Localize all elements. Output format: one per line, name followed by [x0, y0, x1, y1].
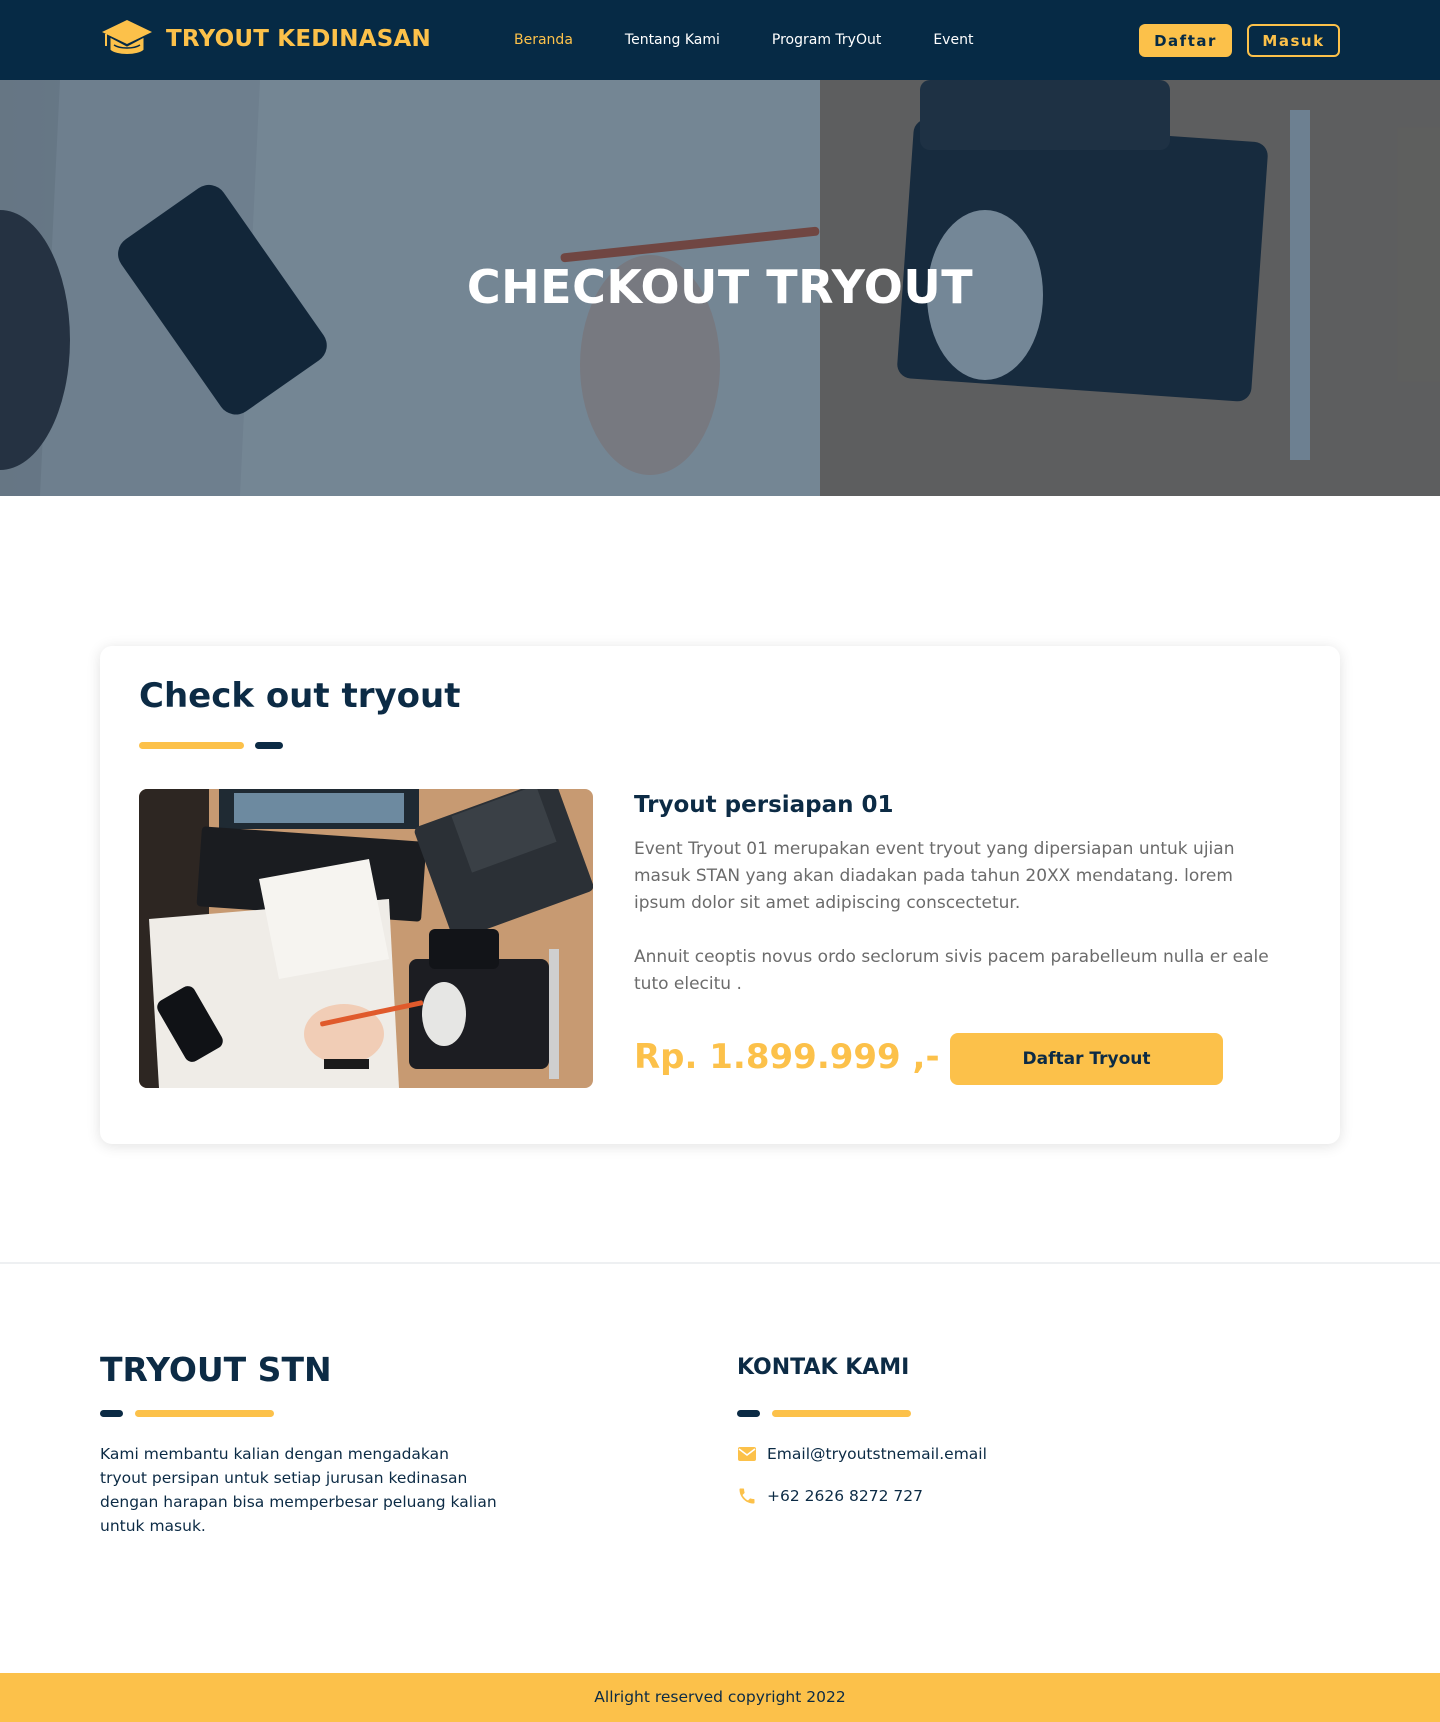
brand-name: TRYOUT KEDINASAN — [166, 26, 431, 52]
contact-email[interactable]: Email@tryoutstnemail.email — [737, 1444, 987, 1464]
title-accent-yellow — [139, 742, 244, 749]
product-description: Event Tryout 01 merupakan event tryout y… — [634, 836, 1274, 1025]
mail-icon — [737, 1444, 757, 1464]
nav-link-tentang-kami[interactable]: Tentang Kami — [625, 32, 720, 48]
nav-link-beranda[interactable]: Beranda — [514, 32, 573, 48]
title-accent-navy — [255, 742, 283, 749]
copyright-bar: Allright reserved copyright 2022 — [0, 1673, 1440, 1722]
navbar: TRYOUT KEDINASAN Beranda Tentang Kami Pr… — [0, 0, 1440, 80]
hero-title: CHECKOUT TRYOUT — [466, 260, 974, 314]
footer-title: TRYOUT STN — [100, 1350, 332, 1389]
footer-accent-navy — [100, 1410, 123, 1417]
daftar-tryout-button[interactable]: Daftar Tryout — [950, 1033, 1223, 1085]
nav-links: Beranda Tentang Kami Program TryOut Even… — [514, 32, 1025, 48]
footer-description: Kami membantu kalian dengan mengadakan t… — [100, 1445, 497, 1535]
product-description-paragraph: Annuit ceoptis novus ordo seclorum sivis… — [634, 947, 1269, 994]
product-name: Tryout persiapan 01 — [634, 792, 894, 818]
card-title: Check out tryout — [139, 676, 461, 716]
masuk-button[interactable]: Masuk — [1247, 24, 1340, 57]
nav-link-event[interactable]: Event — [933, 32, 973, 48]
brand-logo[interactable]: TRYOUT KEDINASAN — [100, 18, 431, 60]
contact-email-text: Email@tryoutstnemail.email — [767, 1445, 987, 1463]
graduation-cap-icon — [102, 20, 152, 55]
hero-banner: CHECKOUT TRYOUT — [0, 80, 1440, 496]
product-image — [139, 789, 593, 1088]
contact-phone-text: +62 2626 8272 727 — [767, 1487, 923, 1505]
checkout-card: Check out tryout Tryout persiapan 01 Eve… — [100, 646, 1340, 1144]
footer-accent-yellow — [135, 1410, 274, 1417]
product-description-paragraph: Event Tryout 01 merupakan event tryout y… — [634, 839, 1235, 913]
product-photo — [139, 789, 593, 1088]
contact-accent-navy — [737, 1410, 760, 1417]
daftar-button[interactable]: Daftar — [1139, 24, 1232, 57]
phone-icon — [737, 1486, 757, 1506]
copyright-text: Allright reserved copyright 2022 — [594, 1688, 846, 1706]
contact-accent-yellow — [772, 1410, 911, 1417]
product-price: Rp. 1.899.999 ,- — [634, 1037, 940, 1077]
contact-title: KONTAK KAMI — [737, 1355, 910, 1380]
contact-phone[interactable]: +62 2626 8272 727 — [737, 1486, 923, 1506]
footer-divider — [0, 1262, 1440, 1264]
nav-link-program-tryout[interactable]: Program TryOut — [772, 32, 881, 48]
